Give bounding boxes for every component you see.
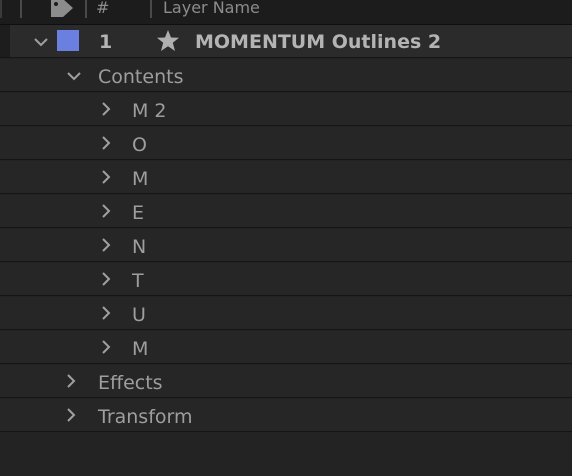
content-item-label: M 2 [132, 100, 167, 122]
tag-icon[interactable] [49, 0, 75, 19]
empty-timeline-area[interactable] [0, 435, 572, 476]
effects-group-row[interactable]: Effects [0, 365, 572, 398]
layer-switch-cell[interactable] [0, 25, 10, 57]
content-item-row[interactable]: E [0, 195, 572, 228]
content-item-label: U [132, 304, 146, 326]
chevron-right-icon[interactable] [99, 170, 113, 184]
chevron-right-icon[interactable] [99, 306, 113, 320]
header-divider[interactable] [20, 0, 22, 18]
contents-label: Contents [98, 66, 184, 88]
effects-label: Effects [98, 372, 163, 394]
layer-index: 1 [99, 31, 113, 53]
content-item-row[interactable]: N [0, 229, 572, 262]
chevron-right-icon[interactable] [64, 374, 78, 388]
content-item-row[interactable]: M [0, 331, 572, 364]
layer-name[interactable]: MOMENTUM Outlines 2 [195, 31, 441, 53]
timeline-layer-panel: # Layer Name 1 MOMENTUM Outlines 2 Conte… [0, 0, 572, 476]
chevron-right-icon[interactable] [99, 204, 113, 218]
chevron-right-icon[interactable] [99, 102, 113, 116]
content-item-row[interactable]: T [0, 263, 572, 296]
content-item-row[interactable]: U [0, 297, 572, 330]
content-item-label: M [132, 338, 149, 360]
content-item-row[interactable]: M 2 [0, 93, 572, 126]
header-divider[interactable] [85, 0, 87, 18]
chevron-right-icon[interactable] [99, 136, 113, 150]
chevron-right-icon[interactable] [99, 272, 113, 286]
header-divider [0, 0, 2, 18]
contents-group-row[interactable]: Contents [0, 59, 572, 92]
header-divider[interactable] [150, 0, 152, 18]
content-item-label: E [132, 202, 145, 224]
column-header: # Layer Name [0, 0, 572, 25]
chevron-down-icon[interactable] [67, 69, 81, 83]
transform-group-row[interactable]: Transform [0, 399, 572, 432]
chevron-right-icon[interactable] [99, 340, 113, 354]
content-item-row[interactable]: M [0, 161, 572, 194]
layer-label-color-swatch[interactable] [57, 30, 79, 51]
chevron-right-icon[interactable] [64, 408, 78, 422]
content-item-row[interactable]: O [0, 127, 572, 160]
content-item-label: O [132, 134, 147, 156]
content-item-label: T [132, 270, 144, 292]
layer-name-column-header[interactable]: Layer Name [163, 0, 260, 18]
star-icon [157, 30, 179, 51]
number-column-header[interactable]: # [96, 0, 109, 18]
transform-label: Transform [98, 406, 193, 428]
content-item-label: M [132, 168, 149, 190]
content-item-label: N [132, 236, 147, 258]
layer-row[interactable]: 1 MOMENTUM Outlines 2 [0, 25, 572, 58]
chevron-down-icon[interactable] [34, 35, 48, 49]
chevron-right-icon[interactable] [99, 238, 113, 252]
